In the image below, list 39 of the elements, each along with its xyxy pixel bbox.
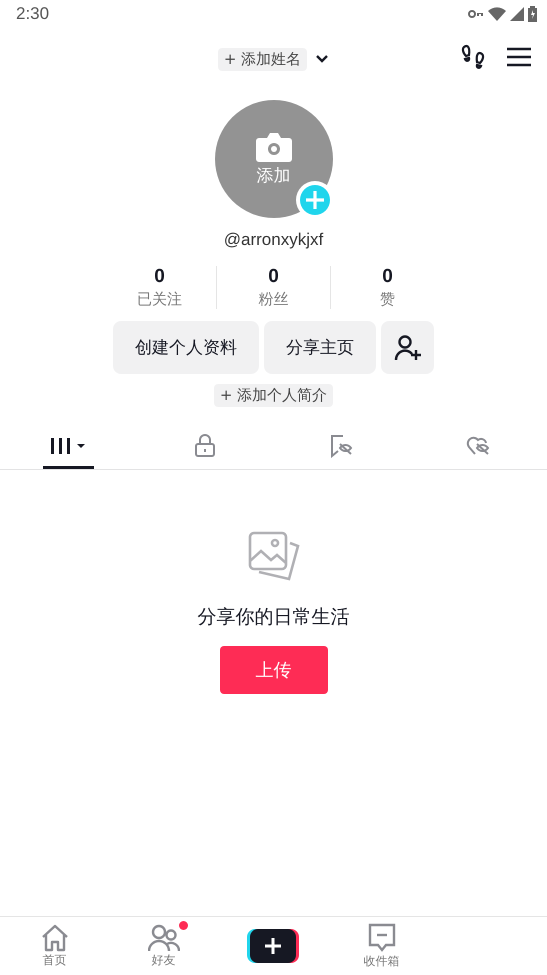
lock-icon bbox=[194, 434, 216, 458]
menu-icon[interactable] bbox=[507, 47, 531, 67]
battery-icon bbox=[528, 6, 537, 22]
nav-label: 收件箱 bbox=[364, 952, 400, 970]
stat-label: 粉丝 bbox=[258, 290, 288, 309]
stat-value: 0 bbox=[382, 266, 393, 288]
wifi-icon bbox=[488, 7, 506, 21]
camera-icon bbox=[254, 132, 292, 162]
chevron-down-icon[interactable] bbox=[315, 54, 330, 64]
empty-message: 分享你的日常生活 bbox=[198, 605, 350, 630]
avatar-label: 添加 bbox=[256, 164, 290, 186]
signal-icon bbox=[510, 7, 524, 21]
nav-item[interactable]: 首页 bbox=[0, 917, 109, 975]
stat-label: 已关注 bbox=[137, 290, 182, 309]
home-icon bbox=[40, 924, 70, 952]
nav-label: 首页 bbox=[42, 952, 66, 968]
username: @arronxykjxf bbox=[222, 230, 324, 250]
stat-label: 赞 bbox=[380, 290, 395, 309]
nav-item[interactable]: 收件箱 bbox=[327, 917, 436, 975]
add-name-chip[interactable]: + 添加姓名 bbox=[218, 48, 308, 70]
friends-icon bbox=[148, 924, 180, 952]
create-profile-button[interactable]: 创建个人资料 bbox=[113, 321, 259, 374]
inbox-icon bbox=[368, 922, 396, 952]
share-profile-button[interactable]: 分享主页 bbox=[264, 321, 376, 374]
nav-label: 好友 bbox=[152, 952, 176, 968]
create-button[interactable] bbox=[246, 929, 298, 963]
upload-button[interactable]: 上传 bbox=[220, 646, 328, 694]
stat-value: 0 bbox=[268, 266, 279, 288]
key-icon bbox=[468, 9, 484, 19]
nav-item[interactable]: 好友 bbox=[109, 917, 218, 975]
avatar[interactable]: 添加 bbox=[214, 100, 332, 218]
bookmark-hidden-icon bbox=[328, 434, 355, 458]
status-time: 2:30 bbox=[16, 4, 50, 24]
grid-icon bbox=[49, 436, 88, 456]
add-bio-chip[interactable]: + 添加个人简介 bbox=[214, 384, 334, 407]
footprints-icon[interactable] bbox=[461, 44, 485, 70]
add-friend-button[interactable] bbox=[381, 321, 434, 374]
add-person-icon bbox=[394, 334, 422, 360]
stat-value: 0 bbox=[154, 266, 165, 288]
